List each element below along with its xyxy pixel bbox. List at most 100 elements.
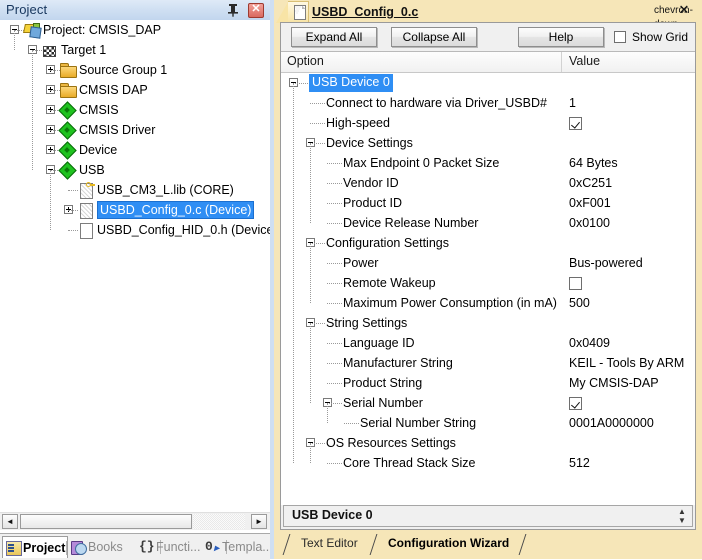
project-horizontal-scrollbar[interactable]: ◄ ► xyxy=(0,512,270,530)
tree-item[interactable]: Device xyxy=(0,140,270,160)
close-icon[interactable]: ✕ xyxy=(248,3,264,18)
option-checkbox[interactable] xyxy=(569,117,582,130)
option-value[interactable]: 1 xyxy=(569,93,576,113)
option-row[interactable]: Configuration Settings xyxy=(281,233,695,253)
tree-connector xyxy=(293,83,308,84)
option-row[interactable]: Connect to hardware via Driver_USBD# 1 xyxy=(281,93,695,113)
column-header-option: Option xyxy=(287,54,324,68)
tree-guide-line xyxy=(310,323,311,403)
help-button[interactable]: Help xyxy=(518,27,604,47)
tree-item[interactable]: Target 1 xyxy=(0,40,270,60)
close-icon[interactable]: ✕ xyxy=(676,2,692,18)
option-value[interactable]: 500 xyxy=(569,293,590,313)
spinner-down-icon[interactable]: ▼ xyxy=(674,516,690,525)
option-value[interactable]: 0001A0000000 xyxy=(569,413,654,433)
tree-item[interactable]: Project: CMSIS_DAP xyxy=(0,20,270,40)
tab-slash-separator xyxy=(518,534,527,555)
option-row[interactable]: Serial Number xyxy=(281,393,695,413)
column-divider[interactable] xyxy=(561,52,562,72)
tree-item[interactable]: CMSIS Driver xyxy=(0,120,270,140)
option-label: Connect to hardware via Driver_USBD# xyxy=(326,96,547,110)
option-row[interactable]: Language ID 0x0409 xyxy=(281,333,695,353)
option-row[interactable]: Product String My CMSIS-DAP xyxy=(281,373,695,393)
configuration-wizard-panel: Expand All Collapse All Help Show Grid O… xyxy=(280,22,696,530)
option-row[interactable]: Maximum Power Consumption (in mA) 500 xyxy=(281,293,695,313)
scrollbar-track[interactable] xyxy=(193,514,245,529)
bottom-tab-project[interactable]: Project xyxy=(2,536,68,558)
option-row[interactable]: Max Endpoint 0 Packet Size 64 Bytes xyxy=(281,153,695,173)
c-file-icon xyxy=(78,203,94,219)
option-value[interactable]: 0xF001 xyxy=(569,193,611,213)
option-row[interactable]: String Settings xyxy=(281,313,695,333)
show-grid-label: Show Grid xyxy=(632,30,689,44)
option-value[interactable]: 512 xyxy=(569,453,590,473)
spinner-up-icon[interactable]: ▲ xyxy=(674,507,690,516)
project-bottom-tabs: Project Books {} Functi... 0 ▸ Templa... xyxy=(0,533,273,560)
option-row[interactable]: Device Release Number 0x0100 xyxy=(281,213,695,233)
editor-tab-configuration-wizard[interactable]: Configuration Wizard xyxy=(378,534,519,554)
bottom-tab-label: Functi... xyxy=(156,540,201,554)
tree-connector xyxy=(68,210,78,211)
document-tab-usbd-config-0-c[interactable]: USBD_Config_0.c xyxy=(276,1,418,23)
project-tree[interactable]: Project: CMSIS_DAP Target 1 Source Group 1… xyxy=(0,20,270,512)
tree-item-label: CMSIS xyxy=(79,103,119,117)
option-checkbox[interactable] xyxy=(569,277,582,290)
option-value[interactable]: 0xC251 xyxy=(569,173,612,193)
option-row[interactable]: Vendor ID 0xC251 xyxy=(281,173,695,193)
tree-item[interactable]: CMSIS xyxy=(0,100,270,120)
option-value[interactable]: 64 Bytes xyxy=(569,153,618,173)
project-panel-titlebar: Project ✕ xyxy=(0,0,270,21)
option-row[interactable]: Core Thread Stack Size 512 xyxy=(281,453,695,473)
tree-connector xyxy=(327,163,342,164)
tree-connector xyxy=(310,103,325,104)
option-label: OS Resources Settings xyxy=(326,436,456,450)
scroll-right-arrow-icon[interactable]: ► xyxy=(251,514,267,529)
wizard-spinner[interactable]: ▲ ▼ xyxy=(674,507,690,525)
chevron-down-icon[interactable]: chevron-down-icon xyxy=(654,4,693,44)
scroll-left-arrow-icon[interactable]: ◄ xyxy=(2,514,18,529)
option-checkbox[interactable] xyxy=(569,397,582,410)
bottom-tab-label: Project xyxy=(23,541,66,555)
editor-tabstrip: USBD_Config_0.c chevron-down-icon ✕ xyxy=(274,0,702,44)
option-value[interactable]: KEIL - Tools By ARM xyxy=(569,353,684,373)
pin-icon[interactable] xyxy=(226,3,240,17)
tree-item[interactable]: USB_CM3_L.lib (CORE) xyxy=(0,180,270,200)
option-value[interactable]: 0x0100 xyxy=(569,213,610,233)
option-label: String Settings xyxy=(326,316,408,330)
option-value[interactable]: 0x0409 xyxy=(569,333,610,353)
option-label: Product String xyxy=(343,376,423,390)
editor-bottom-tabs: Text Editor Configuration Wizard xyxy=(274,532,702,556)
tree-item[interactable]: USB xyxy=(0,160,270,180)
wizard-option-list[interactable]: USB Device 0 Connect to hardware via Driv… xyxy=(281,73,695,505)
expand-all-button[interactable]: Expand All xyxy=(291,27,377,47)
scrollbar-thumb[interactable] xyxy=(20,514,192,529)
tree-item[interactable]: USBD_Config_0.c (Device) xyxy=(0,200,270,220)
tree-connector xyxy=(327,403,342,404)
tree-connector xyxy=(32,50,42,51)
templates-icon: 0 ▸ xyxy=(205,539,220,555)
option-value[interactable]: My CMSIS-DAP xyxy=(569,373,659,393)
tree-item[interactable]: USBD_Config_HID_0.h (Device: xyxy=(0,220,270,240)
project-icon xyxy=(23,23,42,39)
show-grid-checkbox[interactable] xyxy=(614,31,626,43)
option-row[interactable]: OS Resources Settings xyxy=(281,433,695,453)
option-row[interactable]: High-speed xyxy=(281,113,695,133)
tree-item[interactable]: Source Group 1 xyxy=(0,60,270,80)
option-row[interactable]: Manufacturer String KEIL - Tools By ARM xyxy=(281,353,695,373)
option-row[interactable]: Product ID 0xF001 xyxy=(281,193,695,213)
diamond-icon xyxy=(58,121,77,140)
folder-icon xyxy=(60,63,77,78)
option-row[interactable]: Device Settings xyxy=(281,133,695,153)
editor-tab-text-editor[interactable]: Text Editor xyxy=(291,534,368,554)
tree-connector xyxy=(310,123,325,124)
tree-connector xyxy=(327,363,342,364)
wizard-status-bar: USB Device 0 ▲ ▼ xyxy=(283,505,693,527)
option-row[interactable]: USB Device 0 xyxy=(281,73,695,93)
option-row[interactable]: Serial Number String 0001A0000000 xyxy=(281,413,695,433)
option-row[interactable]: Remote Wakeup xyxy=(281,273,695,293)
collapse-all-button[interactable]: Collapse All xyxy=(391,27,477,47)
option-row[interactable]: Power Bus-powered xyxy=(281,253,695,273)
option-label: Device Release Number xyxy=(343,216,479,230)
tree-item[interactable]: CMSIS DAP xyxy=(0,80,270,100)
option-value[interactable]: Bus-powered xyxy=(569,253,643,273)
